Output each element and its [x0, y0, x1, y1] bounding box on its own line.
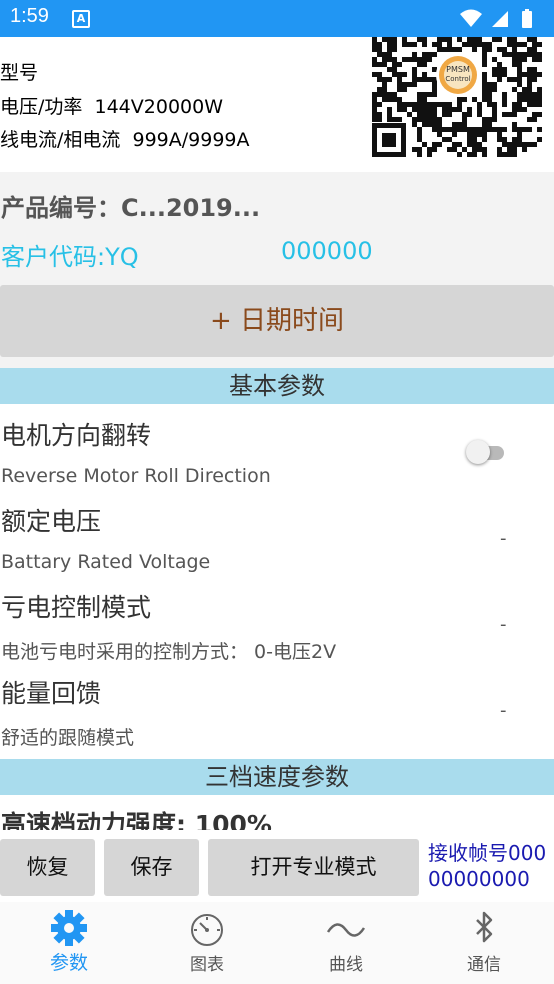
- nav-params[interactable]: 参数: [0, 902, 138, 984]
- toggle-thumb: [466, 440, 490, 464]
- wifi-signal-battery-icon: [460, 9, 532, 28]
- param-value-rated-voltage[interactable]: -: [500, 528, 507, 549]
- param-subtitle-undervoltage-mode: 电池亏电时采用的控制方式： 0-电压2V: [1, 641, 337, 663]
- current-label: 线电流/相电流: [0, 129, 121, 151]
- section-basic-params: 基本参数: [0, 368, 554, 404]
- status-time: 1:59: [10, 5, 49, 27]
- voltage-power-value: 144V20000W: [94, 96, 224, 118]
- wave-icon: [326, 923, 366, 937]
- receive-frame-label: 接收帧号000: [428, 841, 547, 865]
- nav-label-curve: 曲线: [329, 955, 363, 975]
- nav-label-communication: 通信: [467, 955, 501, 975]
- voltage-power-row: 电压/功率 144V20000W: [0, 92, 223, 119]
- bluetooth-icon: [476, 911, 493, 943]
- param-subtitle-energy-feedback: 舒适的跟随模式: [1, 727, 135, 749]
- notification-icon: A: [72, 10, 90, 28]
- current-value: 999A/9999A: [132, 129, 250, 151]
- pro-mode-button[interactable]: 打开专业模式: [208, 839, 419, 896]
- param-subtitle-rated-voltage: Battary Rated Voltage: [1, 551, 211, 573]
- voltage-power-label: 电压/功率: [0, 96, 83, 118]
- current-row: 线电流/相电流 999A/9999A: [0, 125, 250, 152]
- bottom-navigation: 参数 图表 曲线 通信: [0, 902, 554, 984]
- param-title-motor-direction: 电机方向翻转: [1, 421, 152, 450]
- qr-logo-text: PMSM: [446, 65, 470, 74]
- param-title-rated-voltage[interactable]: 额定电压: [1, 502, 101, 538]
- customer-code: 客户代码:YQ: [1, 243, 139, 271]
- status-bar: 1:59 A: [0, 0, 554, 37]
- param-value-energy-feedback[interactable]: -: [500, 700, 507, 721]
- nav-chart[interactable]: 图表: [138, 902, 276, 984]
- param-subtitle-motor-direction: Reverse Motor Roll Direction: [1, 465, 271, 487]
- nav-label-params: 参数: [49, 952, 88, 974]
- qr-logo-subtext: Control: [445, 75, 470, 83]
- system-icons: [458, 8, 544, 34]
- nav-label-chart: 图表: [190, 955, 224, 975]
- param-title-undervoltage-mode[interactable]: 亏电控制模式: [1, 588, 151, 624]
- section-three-speed-params: 三档速度参数: [0, 759, 554, 795]
- model-label: 型号: [0, 62, 39, 84]
- param-value-undervoltage-mode[interactable]: -: [500, 614, 507, 635]
- dial-icon: [191, 914, 223, 946]
- nav-curve[interactable]: 曲线: [277, 902, 415, 984]
- qr-code: PMSM Control: [372, 37, 542, 159]
- date-time-button[interactable]: + 日期时间: [0, 285, 554, 357]
- product-serial: 产品编号：C...2019...: [1, 194, 261, 222]
- param-title-high-speed-power[interactable]: 高速档动力强度: 100%: [1, 808, 272, 830]
- motor-direction-toggle[interactable]: [466, 440, 506, 466]
- save-button[interactable]: 保存: [104, 839, 199, 896]
- restore-button[interactable]: 恢复: [0, 839, 95, 896]
- receive-frame-counter: 接收帧号000 00000000: [428, 840, 554, 892]
- customer-number: 000000: [281, 237, 373, 265]
- gear-icon: [51, 910, 87, 946]
- nav-communication[interactable]: 通信: [415, 902, 553, 984]
- param-title-energy-feedback[interactable]: 能量回馈: [1, 674, 101, 710]
- receive-frame-value: 00000000: [428, 867, 530, 891]
